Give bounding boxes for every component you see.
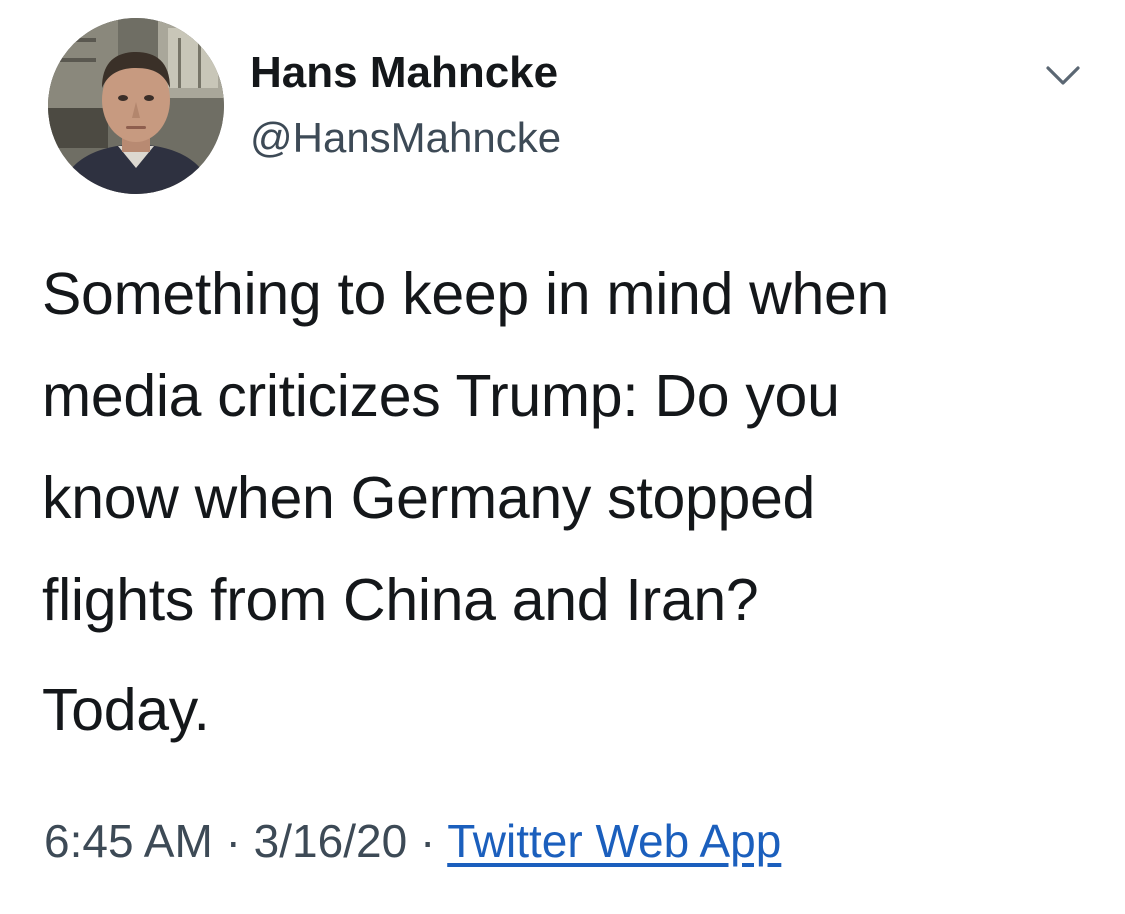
tweet-text-closing: Today.	[42, 677, 210, 743]
tweet-date[interactable]: 3/16/20	[254, 815, 407, 867]
tweet-text: Something to keep in mind when media cri…	[42, 243, 1102, 761]
avatar-photo	[48, 18, 224, 194]
tweet-card: Hans Mahncke @HansMahncke Something to k…	[0, 0, 1125, 914]
chevron-down-icon[interactable]	[1040, 58, 1086, 94]
tweet-meta: 6:45 AM · 3/16/20 · Twitter Web App	[44, 814, 781, 868]
meta-separator: ·	[419, 815, 436, 867]
tweet-text-line: know when Germany stopped	[42, 465, 816, 531]
avatar[interactable]	[48, 18, 224, 194]
tweet-text-line: flights from China and Iran?	[42, 567, 759, 633]
tweet-text-line: media criticizes Trump: Do you	[42, 363, 840, 429]
tweet-source-link[interactable]: Twitter Web App	[447, 815, 781, 867]
tweet-time[interactable]: 6:45 AM	[44, 815, 213, 867]
author-handle[interactable]: @HansMahncke	[250, 114, 561, 162]
meta-separator: ·	[225, 815, 241, 867]
author-display-name[interactable]: Hans Mahncke	[250, 48, 558, 98]
tweet-text-line: Something to keep in mind when	[42, 261, 890, 327]
